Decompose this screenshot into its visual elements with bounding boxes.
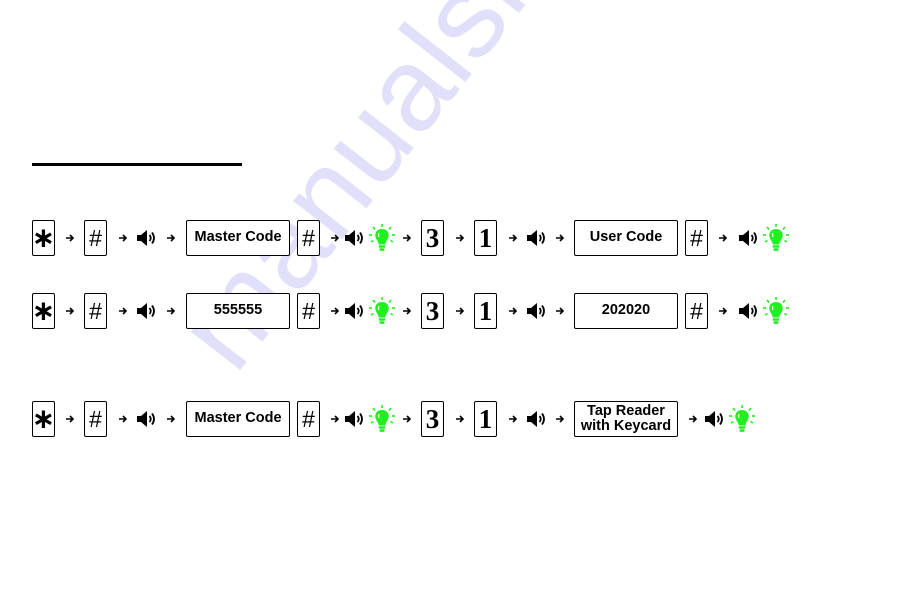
right-arrow-icon (403, 234, 412, 242)
speaker-beep-icon (345, 411, 363, 427)
right-arrow-icon (509, 415, 518, 423)
master-code-key: Master Code (186, 401, 290, 437)
right-arrow-icon (509, 307, 518, 315)
right-arrow-icon (66, 234, 75, 242)
hash-key-label: # (302, 224, 315, 251)
right-arrow-icon (331, 307, 340, 315)
right-arrow-icon (509, 234, 518, 242)
speaker-beep-icon (527, 230, 545, 246)
master-code-label: Master Code (194, 410, 282, 427)
hash-key: # (84, 220, 107, 256)
tap-reader-line1: Tap Reader (587, 402, 665, 419)
speaker-beep-icon (527, 411, 545, 427)
right-arrow-icon (556, 307, 565, 315)
green-light-bulb-icon (763, 224, 789, 251)
digit-3-label: 3 (425, 295, 440, 326)
user-code-value-key: 202020 (574, 293, 678, 329)
user-code-key: User Code (574, 220, 678, 256)
hash-key-label: # (89, 224, 102, 251)
tap-reader-line2: with Keycard (580, 418, 672, 434)
star-key-label: ∗ (31, 402, 56, 435)
right-arrow-icon (403, 415, 412, 423)
right-arrow-icon (719, 307, 728, 315)
right-arrow-icon (167, 307, 176, 315)
hash-key-label: # (690, 297, 703, 324)
digit-1-label: 1 (478, 403, 493, 434)
speaker-beep-icon (345, 230, 363, 246)
digit-3-label: 3 (425, 222, 440, 253)
green-light-bulb-icon (369, 224, 395, 251)
user-code-label: User Code (589, 229, 663, 246)
right-arrow-icon (66, 415, 75, 423)
master-code-value: 555555 (213, 302, 263, 319)
star-key-label: ∗ (31, 221, 56, 254)
right-arrow-icon (119, 234, 128, 242)
hash-key: # (685, 220, 708, 256)
master-code-key: Master Code (186, 220, 290, 256)
hash-key-label: # (89, 405, 102, 432)
right-arrow-icon (119, 415, 128, 423)
right-arrow-icon (456, 307, 465, 315)
hash-key: # (297, 293, 320, 329)
speaker-beep-icon (739, 230, 757, 246)
hash-key-label: # (89, 297, 102, 324)
sequence-row-user-code: ∗ # Master Code # 3 1 User Code # (0, 220, 918, 258)
right-arrow-icon (456, 415, 465, 423)
master-code-value-key: 555555 (186, 293, 290, 329)
green-light-bulb-icon (763, 297, 789, 324)
speaker-beep-icon (137, 303, 155, 319)
green-light-bulb-icon (369, 297, 395, 324)
hash-key: # (297, 220, 320, 256)
right-arrow-icon (167, 415, 176, 423)
sequence-row-keycard: ∗ # Master Code # 3 1 Tap Reader with Ke… (0, 401, 918, 439)
right-arrow-icon (403, 307, 412, 315)
right-arrow-icon (556, 415, 565, 423)
speaker-beep-icon (345, 303, 363, 319)
digit-3-label: 3 (425, 403, 440, 434)
speaker-beep-icon (739, 303, 757, 319)
sequence-row-example: ∗ # 555555 # 3 1 202020 # (0, 293, 918, 331)
right-arrow-icon (456, 234, 465, 242)
speaker-beep-icon (527, 303, 545, 319)
hash-key: # (84, 401, 107, 437)
hash-key-label: # (302, 405, 315, 432)
master-code-label: Master Code (194, 229, 282, 246)
digit-1-key: 1 (474, 220, 497, 256)
tap-reader-keycard-key: Tap Reader with Keycard (574, 401, 678, 437)
digit-1-key: 1 (474, 293, 497, 329)
hash-key: # (297, 401, 320, 437)
right-arrow-icon (167, 234, 176, 242)
heading-underline (32, 163, 242, 166)
right-arrow-icon (719, 234, 728, 242)
hash-key: # (84, 293, 107, 329)
digit-3-key: 3 (421, 401, 444, 437)
hash-key: # (685, 293, 708, 329)
star-key-label: ∗ (31, 294, 56, 327)
speaker-beep-icon (137, 230, 155, 246)
right-arrow-icon (689, 415, 698, 423)
digit-1-label: 1 (478, 295, 493, 326)
star-key: ∗ (32, 293, 55, 329)
user-code-value: 202020 (601, 302, 651, 319)
digit-1-key: 1 (474, 401, 497, 437)
digit-3-key: 3 (421, 293, 444, 329)
star-key: ∗ (32, 401, 55, 437)
speaker-beep-icon (137, 411, 155, 427)
hash-key-label: # (302, 297, 315, 324)
digit-3-key: 3 (421, 220, 444, 256)
star-key: ∗ (32, 220, 55, 256)
speaker-beep-icon (705, 411, 723, 427)
right-arrow-icon (66, 307, 75, 315)
hash-key-label: # (690, 224, 703, 251)
watermark: manualshive. (151, 0, 692, 393)
right-arrow-icon (119, 307, 128, 315)
green-light-bulb-icon (729, 405, 755, 432)
green-light-bulb-icon (369, 405, 395, 432)
right-arrow-icon (331, 415, 340, 423)
digit-1-label: 1 (478, 222, 493, 253)
right-arrow-icon (556, 234, 565, 242)
right-arrow-icon (331, 234, 340, 242)
